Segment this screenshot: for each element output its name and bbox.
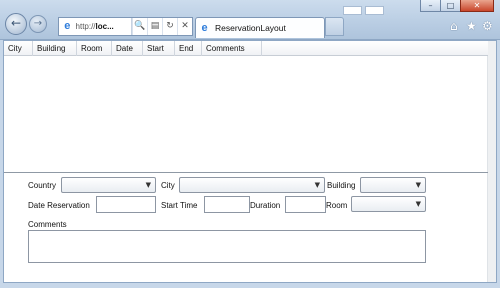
column-header-date[interactable]: Date <box>112 41 143 56</box>
vertical-scrollbar[interactable] <box>487 41 496 282</box>
room-label: Room <box>326 201 348 210</box>
grid-header: City Building Room Date Start End Commen… <box>4 41 488 56</box>
column-header-end[interactable]: End <box>175 41 202 56</box>
comments-label: Comments <box>28 220 67 229</box>
address-tools: 🔍 ▤ ↻ ✕ <box>131 18 192 35</box>
chevron-down-icon: ▼ <box>314 181 320 189</box>
page-viewport: City Building Room Date Start End Commen… <box>3 40 497 283</box>
column-header-room[interactable]: Room <box>77 41 112 56</box>
building-label: Building <box>327 181 356 190</box>
room-dropdown[interactable]: ▼ <box>351 196 426 212</box>
building-dropdown[interactable]: ▼ <box>360 177 426 193</box>
chevron-down-icon: ▼ <box>415 181 421 189</box>
tab-reservation-layout[interactable]: e ReservationLayout <box>195 17 325 38</box>
column-header-building[interactable]: Building <box>33 41 77 56</box>
compatibility-view-icon[interactable]: ▤ <box>147 18 162 35</box>
ie-logo-icon: e <box>64 20 71 32</box>
window-controls: – □ ✕ <box>420 0 494 12</box>
ie-logo-icon: e <box>201 21 208 34</box>
date-reservation-label: Date Reservation <box>28 201 90 210</box>
forward-button[interactable]: → <box>29 15 47 33</box>
address-bar[interactable]: e http://loc... 🔍 ▤ ↻ ✕ <box>58 17 193 36</box>
chevron-down-icon: ▼ <box>415 200 421 208</box>
column-header-comments[interactable]: Comments <box>202 41 262 56</box>
browser-chrome: – □ ✕ ← → e http://loc... 🔍 ▤ ↻ ✕ e Rese… <box>0 0 500 40</box>
tab-title: ReservationLayout <box>215 23 286 33</box>
titlebar-blank-box <box>365 6 384 15</box>
country-dropdown[interactable]: ▼ <box>61 177 156 193</box>
duration-label: Duration <box>250 201 281 210</box>
stop-icon[interactable]: ✕ <box>177 18 192 35</box>
city-label: City <box>161 181 175 190</box>
back-button[interactable]: ← <box>5 13 27 35</box>
new-tab-button[interactable] <box>325 17 344 36</box>
column-header-start[interactable]: Start <box>143 41 175 56</box>
reservations-grid[interactable]: City Building Room Date Start End Commen… <box>4 41 488 173</box>
maximize-button[interactable]: □ <box>440 0 461 12</box>
titlebar-blank-box <box>343 6 362 15</box>
minimize-button[interactable]: – <box>420 0 441 12</box>
close-window-button[interactable]: ✕ <box>460 0 494 12</box>
start-time-label: Start Time <box>161 201 198 210</box>
home-icon[interactable]: ⌂ <box>450 19 458 33</box>
chevron-down-icon: ▼ <box>145 181 151 189</box>
refresh-icon[interactable]: ↻ <box>162 18 177 35</box>
start-time-input[interactable] <box>204 196 250 213</box>
tools-gear-icon[interactable]: ⚙ <box>482 19 493 33</box>
favorites-icon[interactable]: ★ <box>466 19 477 33</box>
address-url[interactable]: http://loc... <box>76 22 131 31</box>
search-icon[interactable]: 🔍 <box>132 18 147 35</box>
city-dropdown[interactable]: ▼ <box>179 177 325 193</box>
column-header-city[interactable]: City <box>4 41 33 56</box>
comments-textarea[interactable] <box>28 230 426 263</box>
date-reservation-input[interactable] <box>96 196 156 213</box>
duration-input[interactable] <box>285 196 326 213</box>
country-label: Country <box>28 181 57 190</box>
